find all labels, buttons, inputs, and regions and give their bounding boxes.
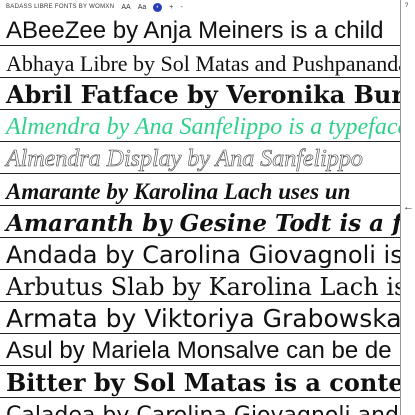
font-row[interactable]: Amarante by Karolina Lach uses un	[0, 174, 400, 206]
font-row[interactable]: Andada by Carolina Giovagnoli is a	[0, 238, 400, 270]
font-row[interactable]: Almendra Display by Ana Sanfelippo	[0, 142, 400, 174]
font-sample: Bitter by Sol Matas is a contemporary	[6, 368, 400, 397]
font-sample: Abhaya Libre by Sol Matas and Pushpanand…	[6, 51, 400, 76]
font-row[interactable]: Caladea by Carolina Giovagnoli and	[0, 398, 400, 415]
font-sample: Arbutus Slab by Karolina Lach is	[6, 273, 400, 301]
font-sample: Asul by Mariela Monsalve can be de	[6, 337, 392, 364]
info-sidebar: ? ←	[400, 0, 415, 415]
font-sample: Abril Fatface by Veronika Burian	[6, 80, 400, 109]
font-row[interactable]: Armata by Viktoriya Grabowska	[0, 302, 400, 334]
toolbar: BADASS LIBRE FONTS BY WOMXN AA Aa ◐ + -	[0, 0, 400, 14]
font-row[interactable]: Arbutus Slab by Karolina Lach is	[0, 270, 400, 302]
font-sample: Amaranth by Gesine Todt is a friendly	[6, 210, 400, 237]
font-list: ABeeZee by Anja Meiners is a child Abhay…	[0, 14, 400, 415]
font-sample: Andada by Carolina Giovagnoli is a	[6, 241, 400, 269]
font-sample: Caladea by Carolina Giovagnoli and	[6, 405, 399, 415]
font-sample: Almendra by Ana Sanfelippo is a typeface	[6, 114, 400, 140]
font-sample: Almendra Display by Ana Sanfelippo	[6, 146, 363, 172]
dark-mode-toggle-icon[interactable]: ◐	[153, 2, 163, 12]
font-sample: Amarante by Karolina Lach uses un	[6, 179, 351, 204]
expand-sidebar-icon[interactable]: ←	[403, 201, 414, 213]
case-toggle-button[interactable]: Aa	[138, 4, 147, 11]
site-title[interactable]: BADASS LIBRE FONTS BY WOMXN	[6, 4, 114, 10]
size-toggle-button[interactable]: AA	[121, 4, 130, 11]
decrease-size-button[interactable]: -	[180, 4, 182, 11]
increase-size-button[interactable]: +	[169, 4, 173, 11]
font-row[interactable]: Bitter by Sol Matas is a contemporary	[0, 366, 400, 398]
help-button[interactable]: ?	[405, 3, 408, 9]
font-sample: Armata by Viktoriya Grabowska	[6, 304, 400, 333]
font-sample: ABeeZee by Anja Meiners is a child	[6, 17, 384, 44]
font-row[interactable]: Asul by Mariela Monsalve can be de	[0, 334, 400, 366]
font-row[interactable]: Amaranth by Gesine Todt is a friendly	[0, 206, 400, 238]
font-row[interactable]: Abril Fatface by Veronika Burian	[0, 78, 400, 110]
font-row[interactable]: Abhaya Libre by Sol Matas and Pushpanand…	[0, 46, 400, 78]
font-row[interactable]: Almendra by Ana Sanfelippo is a typeface	[0, 110, 400, 142]
font-row[interactable]: ABeeZee by Anja Meiners is a child	[0, 14, 400, 46]
